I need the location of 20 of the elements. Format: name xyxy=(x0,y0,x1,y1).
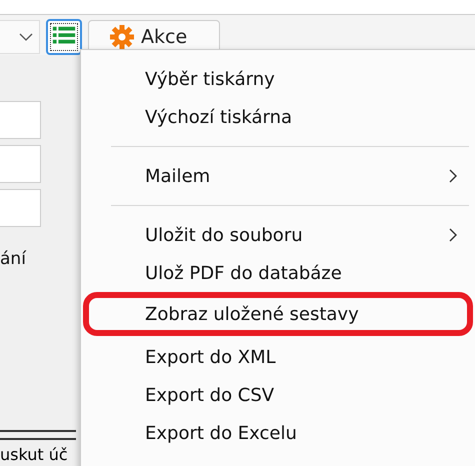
chevron-down-icon xyxy=(19,33,33,41)
menu-item[interactable]: Mailem xyxy=(81,157,475,195)
input-field[interactable] xyxy=(0,101,41,139)
menu-item[interactable]: Ulož PDF do databáze xyxy=(81,254,475,292)
menu-item[interactable]: Výchozí tiskárna xyxy=(81,98,475,136)
list-button[interactable] xyxy=(46,19,82,55)
input-field[interactable] xyxy=(0,145,41,183)
menu-item[interactable]: Uložit do souboru xyxy=(81,216,475,254)
menu-item[interactable]: Export do CSV xyxy=(81,376,475,414)
dropdown-button[interactable] xyxy=(0,20,40,54)
input-field[interactable] xyxy=(0,189,41,227)
menu-item[interactable]: Výběr tiskárny xyxy=(81,60,475,98)
menu-item[interactable]: Export do XML xyxy=(81,338,475,376)
menu-item[interactable]: Zobraz uložené sestavy xyxy=(89,298,467,330)
chevron-right-icon xyxy=(449,169,457,183)
field-label: ání xyxy=(0,249,28,269)
chevron-right-icon xyxy=(449,228,457,242)
footer-text: uskut úč xyxy=(0,446,69,464)
menu-item[interactable]: Export do Excelu xyxy=(81,414,475,452)
splitter-handle[interactable] xyxy=(0,430,76,440)
